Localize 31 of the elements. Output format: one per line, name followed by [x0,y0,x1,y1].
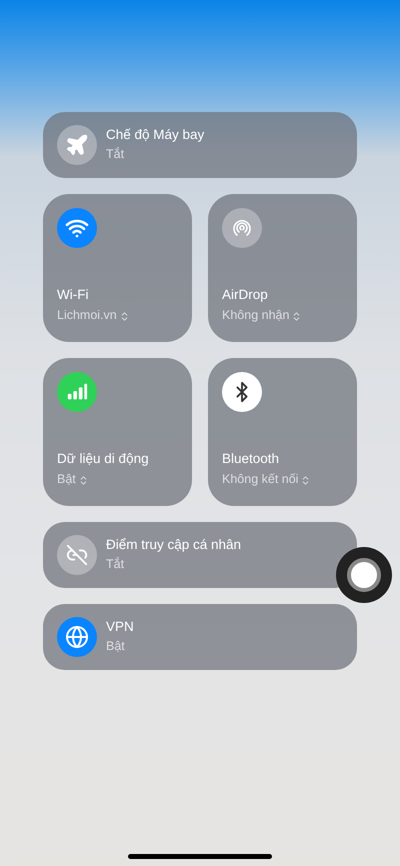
toggle-button[interactable] [57,617,97,657]
control-title: Điểm truy cập cá nhân [106,537,242,554]
control-tile[interactable]: Bluetooth Không kết nối [208,358,357,506]
control-status: Tắt [106,147,126,163]
control-title: Dữ liệu di động [57,450,150,468]
globe-icon [65,625,89,649]
control-status: Không kết nối [222,472,298,488]
control-tile[interactable]: AirDrop Không nhận [208,194,357,342]
toggle-button[interactable] [57,535,97,575]
control-status: Tắt [106,557,126,573]
toggle-button[interactable] [57,372,97,412]
control-status: Không nhận [222,308,290,324]
link-off-icon [66,544,88,566]
toggle-button[interactable] [222,208,262,248]
control-tile[interactable]: Wi-Fi Lichmoi.vn [43,194,192,342]
toggle-button[interactable] [57,125,97,165]
control-row[interactable]: Điểm truy cập cá nhân Tắt [43,522,357,588]
control-title: VPN [106,619,134,636]
airplane-icon [65,133,89,157]
control-status: Lichmoi.vn [57,308,117,324]
control-title: Wi-Fi [57,286,90,304]
control-title: AirDrop [222,286,269,304]
control-row[interactable]: Chế độ Máy bay Tắt [43,112,357,178]
toggle-button[interactable] [57,208,97,248]
control-row[interactable]: VPN Bật [43,604,357,670]
control-status: Bật [106,639,126,655]
toggle-button[interactable] [222,372,262,412]
control-status: Bật [57,472,76,488]
control-tile[interactable]: Dữ liệu di động Bật [43,358,192,506]
control-title: Chế độ Máy bay [106,127,204,144]
control-title: Bluetooth [222,450,280,468]
